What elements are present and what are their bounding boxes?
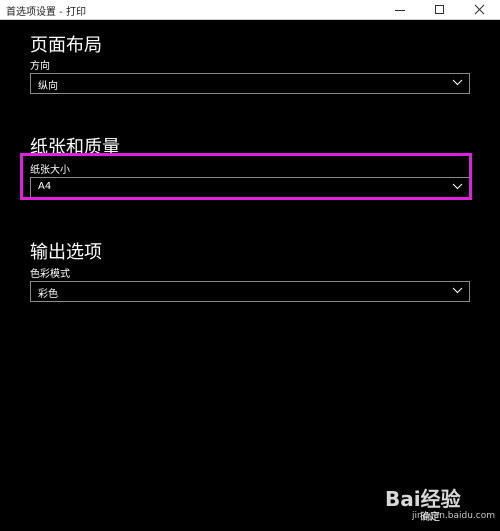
section-title-page-layout: 页面布局 bbox=[30, 35, 102, 56]
field-label-color-mode: 色彩模式 bbox=[30, 269, 70, 280]
orientation-dropdown[interactable]: 纵向 bbox=[30, 73, 470, 94]
maximize-button[interactable] bbox=[420, 0, 460, 20]
maximize-icon bbox=[435, 5, 444, 14]
minimize-icon bbox=[395, 10, 405, 11]
watermark-url: jingyan.baidu.com bbox=[411, 511, 495, 521]
field-label-orientation: 方向 bbox=[30, 61, 50, 72]
chevron-down-icon bbox=[452, 287, 463, 294]
baidu-jingyan-watermark: Bai经验 确定 jingyan.baidu.com bbox=[385, 483, 495, 527]
highlight-annotation bbox=[20, 153, 472, 200]
close-button[interactable] bbox=[460, 0, 500, 20]
chevron-down-icon bbox=[452, 79, 463, 86]
minimize-button[interactable] bbox=[380, 0, 420, 20]
orientation-value: 纵向 bbox=[38, 81, 58, 92]
color-mode-dropdown[interactable]: 彩色 bbox=[30, 281, 470, 302]
close-icon bbox=[474, 3, 486, 15]
section-title-output-options: 输出选项 bbox=[30, 242, 102, 263]
title-bar: 首选项设置 - 打印 bbox=[0, 0, 500, 20]
window-title: 首选项设置 - 打印 bbox=[6, 7, 86, 18]
color-mode-value: 彩色 bbox=[38, 289, 58, 300]
